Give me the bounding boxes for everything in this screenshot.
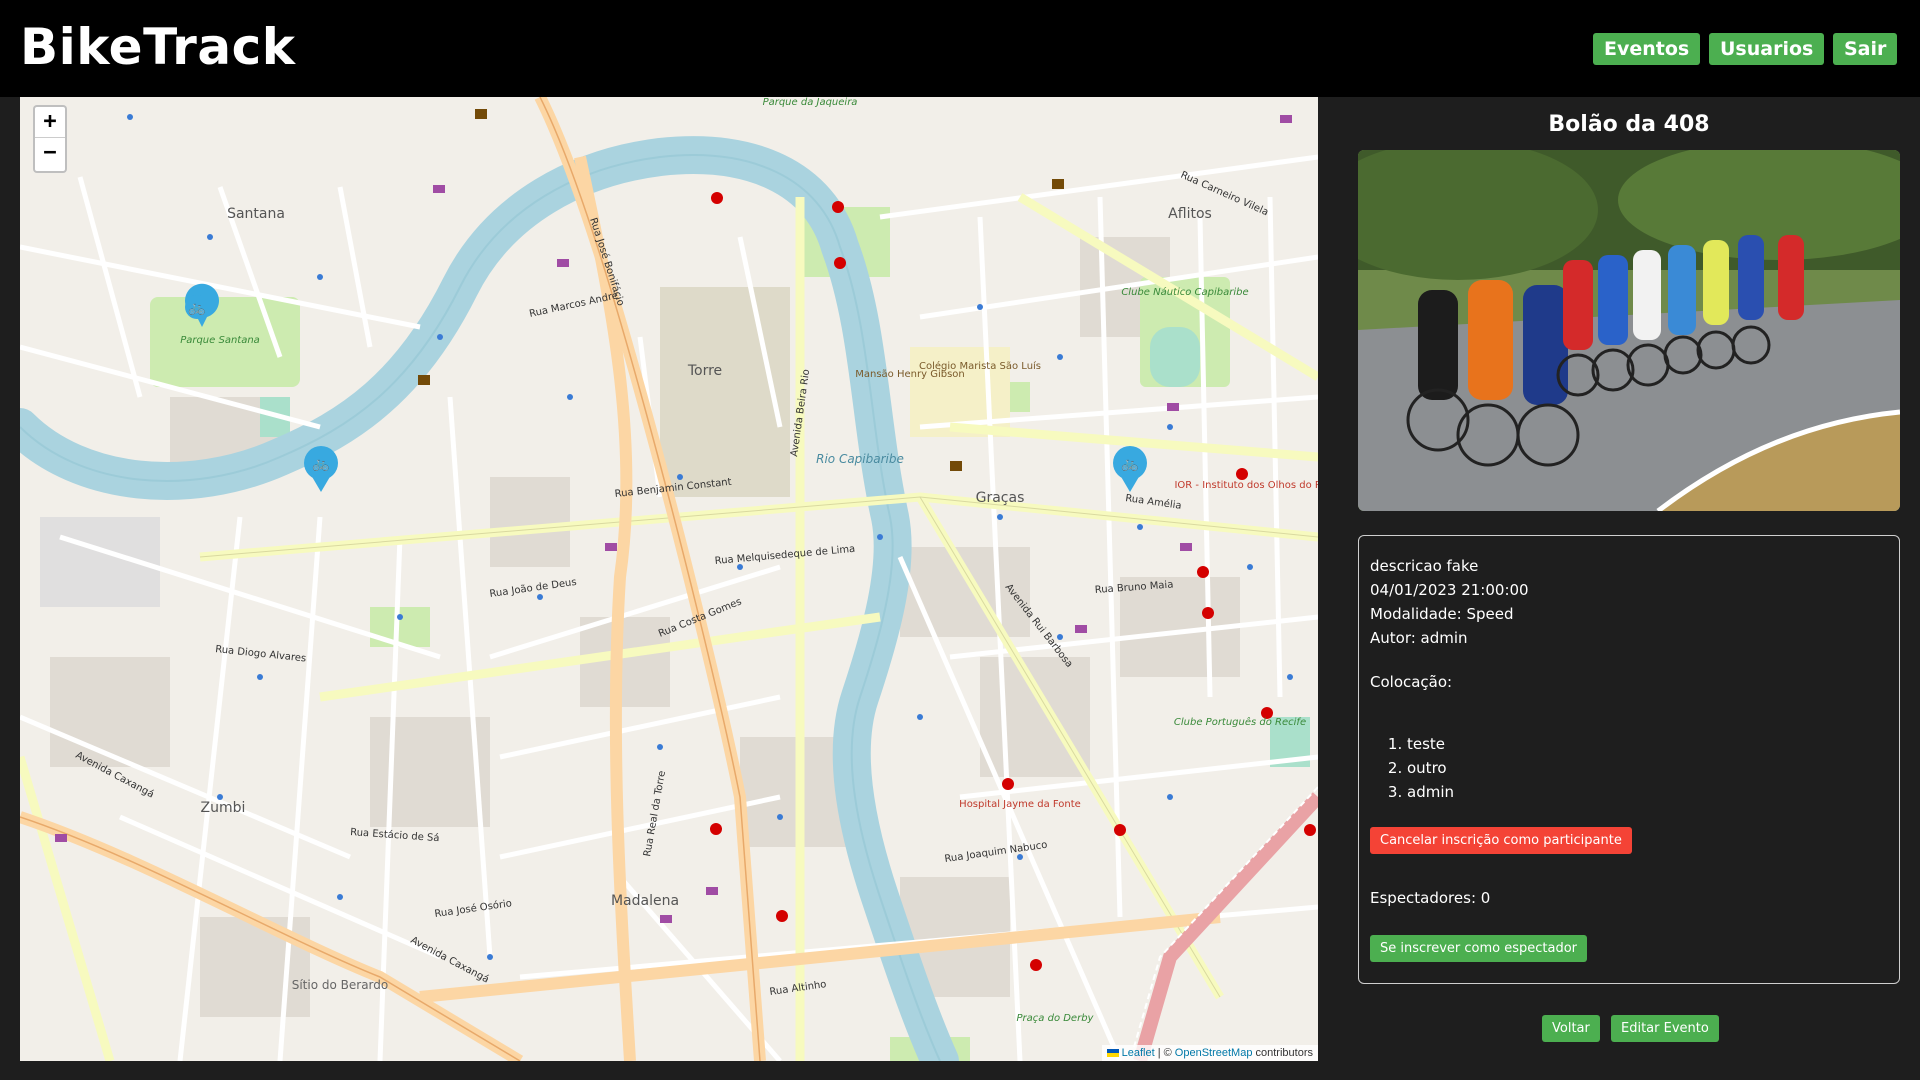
ranking-item: outro <box>1407 756 1454 780</box>
map-label-gracas: Graças <box>976 490 1025 506</box>
svg-text:🚲: 🚲 <box>1121 456 1138 472</box>
attribution-suffix: contributors <box>1255 1047 1313 1059</box>
map-label-river: Rio Capibaribe <box>816 452 904 466</box>
edit-event-button[interactable]: Editar Evento <box>1611 1015 1719 1042</box>
map-tiles: Santana Aflitos Torre Graças Zumbi Madal… <box>20 97 1318 1061</box>
zoom-in-button[interactable]: + <box>35 107 65 138</box>
event-author: Autor: admin <box>1370 629 1468 647</box>
map-label-praca-derby: Praça do Derby <box>1017 1013 1095 1024</box>
ukraine-flag-icon <box>1106 1049 1119 1058</box>
map-zoom-control: + − <box>33 105 67 173</box>
ranking-item: admin <box>1407 780 1454 804</box>
svg-text:🚲: 🚲 <box>312 456 329 472</box>
map-label-ior: IOR - Instituto dos Olhos do Recife <box>1174 480 1318 491</box>
map-label-aflitos: Aflitos <box>1168 206 1212 222</box>
spectators-count: Espectadores: 0 <box>1370 889 1491 907</box>
brand-logo[interactable]: BikeTrack <box>20 18 295 76</box>
back-button[interactable]: Voltar <box>1542 1015 1600 1042</box>
events-nav-button[interactable]: Eventos <box>1593 33 1701 65</box>
event-photo <box>1358 150 1900 511</box>
map-attribution: Leaflet | © OpenStreetMap contributors <box>1101 1045 1318 1061</box>
map-label-madalena: Madalena <box>611 893 679 909</box>
map-label-clube-portugues: Clube Português do Recife <box>1174 716 1306 728</box>
top-navbar: BikeTrack Eventos Usuarios Sair <box>0 0 1920 97</box>
map-label-torre: Torre <box>687 363 722 379</box>
map-label-hospital: Hospital Jayme da Fonte <box>959 799 1081 810</box>
map-label-parque-jaqueira: Parque da Jaqueira <box>763 97 858 108</box>
event-datetime: 04/01/2023 21:00:00 <box>1370 581 1529 599</box>
event-route-map[interactable]: Santana Aflitos Torre Graças Zumbi Madal… <box>20 97 1318 1061</box>
map-label-colegio-marista: Colégio Marista São Luís <box>919 360 1041 372</box>
users-nav-button[interactable]: Usuarios <box>1709 33 1825 65</box>
subscribe-spectator-button[interactable]: Se inscrever como espectador <box>1370 935 1588 962</box>
leaflet-link[interactable]: Leaflet <box>1122 1047 1155 1059</box>
map-label-clube-nautico: Clube Náutico Capibaribe <box>1121 286 1248 298</box>
attribution-separator: | © <box>1157 1047 1172 1059</box>
ranking-list: teste outro admin <box>1407 732 1454 804</box>
event-details-card: descricao fake 04/01/2023 21:00:00 Modal… <box>1358 535 1900 984</box>
map-label-zumbi: Zumbi <box>201 800 246 816</box>
map-label-sitio-berardo: Sítio do Berardo <box>292 978 389 992</box>
event-modality: Modalidade: Speed <box>1370 605 1514 623</box>
zoom-out-button[interactable]: − <box>35 138 65 169</box>
svg-text:🚲: 🚲 <box>188 300 205 316</box>
logout-button[interactable]: Sair <box>1833 33 1898 65</box>
ranking-item: teste <box>1407 732 1454 756</box>
map-label-parque-santana: Parque Santana <box>180 335 260 346</box>
map-label-santana: Santana <box>227 206 285 222</box>
ranking-label: Colocação: <box>1370 673 1453 691</box>
event-description: descricao fake <box>1370 557 1479 575</box>
osm-link[interactable]: OpenStreetMap <box>1175 1047 1253 1059</box>
cancel-participant-button[interactable]: Cancelar inscrição como participante <box>1370 827 1632 854</box>
event-title: Bolão da 408 <box>1548 112 1710 137</box>
